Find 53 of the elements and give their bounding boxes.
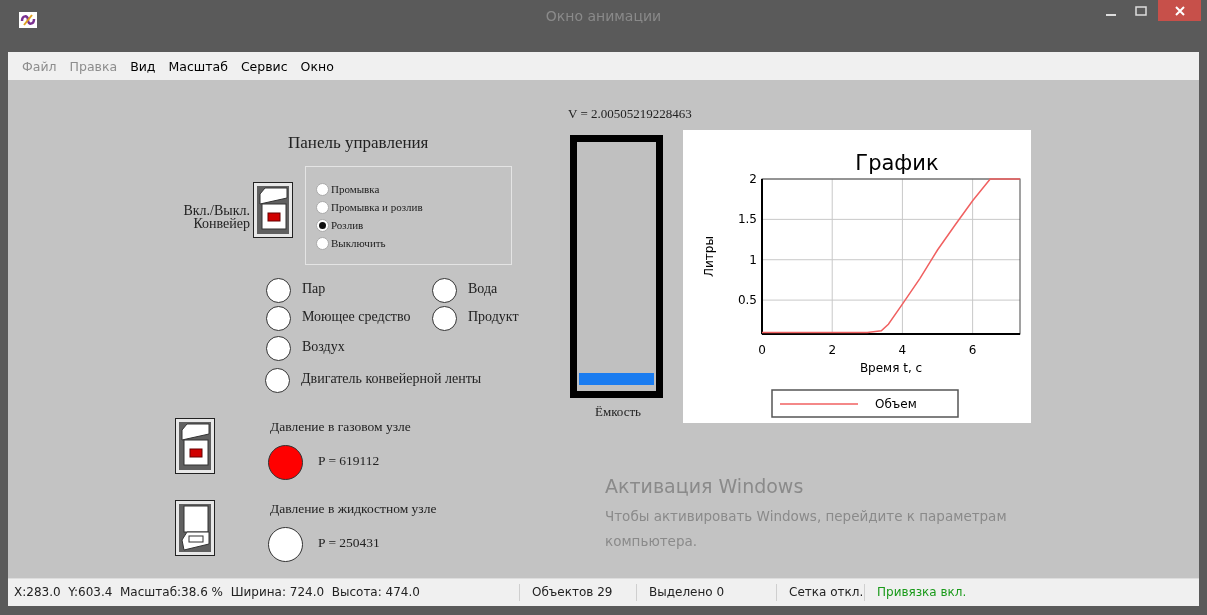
close-icon xyxy=(1173,4,1186,17)
status-field: Привязка вкл. xyxy=(865,584,979,601)
legend-label: Объем xyxy=(875,397,917,411)
rocker-switch[interactable] xyxy=(175,500,215,556)
pressure-label: Давление в жидкостном узле xyxy=(270,501,437,517)
status-field: X:283.0 Y:603.4 Масштаб:38.6 % Ширина: 724.0 Высота: 474.0 xyxy=(8,584,520,601)
pressure-reading: P = 250431 xyxy=(318,535,380,551)
mode-radio-option[interactable]: Промывка и розлив xyxy=(316,199,511,215)
indicator-label: Продукт xyxy=(468,309,519,325)
indicator-label: Двигатель конвейерной ленты xyxy=(301,371,482,387)
rocker-switch[interactable] xyxy=(175,418,215,474)
switch-label: Вкл./Выкл. Конвейер xyxy=(182,204,250,230)
y-axis-label: Литры xyxy=(702,236,716,277)
status-field: Выделено 0 xyxy=(637,584,777,601)
y-tick-label: 2 xyxy=(749,172,757,186)
indicator-label: Пар xyxy=(302,281,326,297)
menu-item[interactable]: Вид xyxy=(130,58,156,74)
chart-title: График xyxy=(855,151,939,175)
x-tick-label: 2 xyxy=(828,343,836,357)
x-tick-label: 0 xyxy=(758,343,766,357)
indicator-label: Моющее средство xyxy=(302,309,411,325)
x-tick-label: 6 xyxy=(968,343,977,357)
pressure-label: Давление в газовом узле xyxy=(270,419,411,435)
radio-button[interactable] xyxy=(316,236,329,250)
rocker-switch[interactable] xyxy=(253,182,293,238)
indicator-label: Воздух xyxy=(302,339,345,355)
minimize-icon xyxy=(1106,13,1116,16)
menu-item[interactable]: Масштаб xyxy=(168,58,228,74)
activation-text: Чтобы активировать Windows, перейдите к параметрам компьютера. xyxy=(605,507,1008,551)
menu-item[interactable]: Сервис xyxy=(240,58,288,74)
menu-item[interactable]: Окно xyxy=(300,58,334,74)
mode-radio-option[interactable]: Выключить xyxy=(316,235,511,251)
x-tick-label: 4 xyxy=(898,343,907,357)
status-field: Сетка откл. xyxy=(777,584,865,601)
panel-title: Панель управления xyxy=(288,133,429,153)
mode-radio-option[interactable]: Промывка xyxy=(316,181,511,197)
x-axis-label: Время t, с xyxy=(859,361,923,375)
app-logo-icon xyxy=(19,12,37,28)
radio-button[interactable] xyxy=(316,218,329,232)
y-tick-label: 1 xyxy=(749,252,757,267)
activation-title: Активация Windows xyxy=(605,475,804,497)
pressure-reading: P = 619112 xyxy=(318,453,380,469)
status-field: Объектов 29 xyxy=(520,584,637,601)
maximize-icon xyxy=(1135,4,1147,17)
radio-button[interactable] xyxy=(316,200,329,214)
indicator-label: Вода xyxy=(468,281,498,297)
radio-button[interactable] xyxy=(316,182,329,196)
y-tick-label: 0.5 xyxy=(737,293,757,308)
volume-reading: V = 2.00505219228463 xyxy=(568,106,692,122)
close-button[interactable] xyxy=(1158,0,1201,21)
tank-label: Ёмкость xyxy=(595,404,642,420)
y-tick-label: 1.5 xyxy=(737,212,757,227)
mode-radio-option[interactable]: Розлив xyxy=(316,217,511,233)
